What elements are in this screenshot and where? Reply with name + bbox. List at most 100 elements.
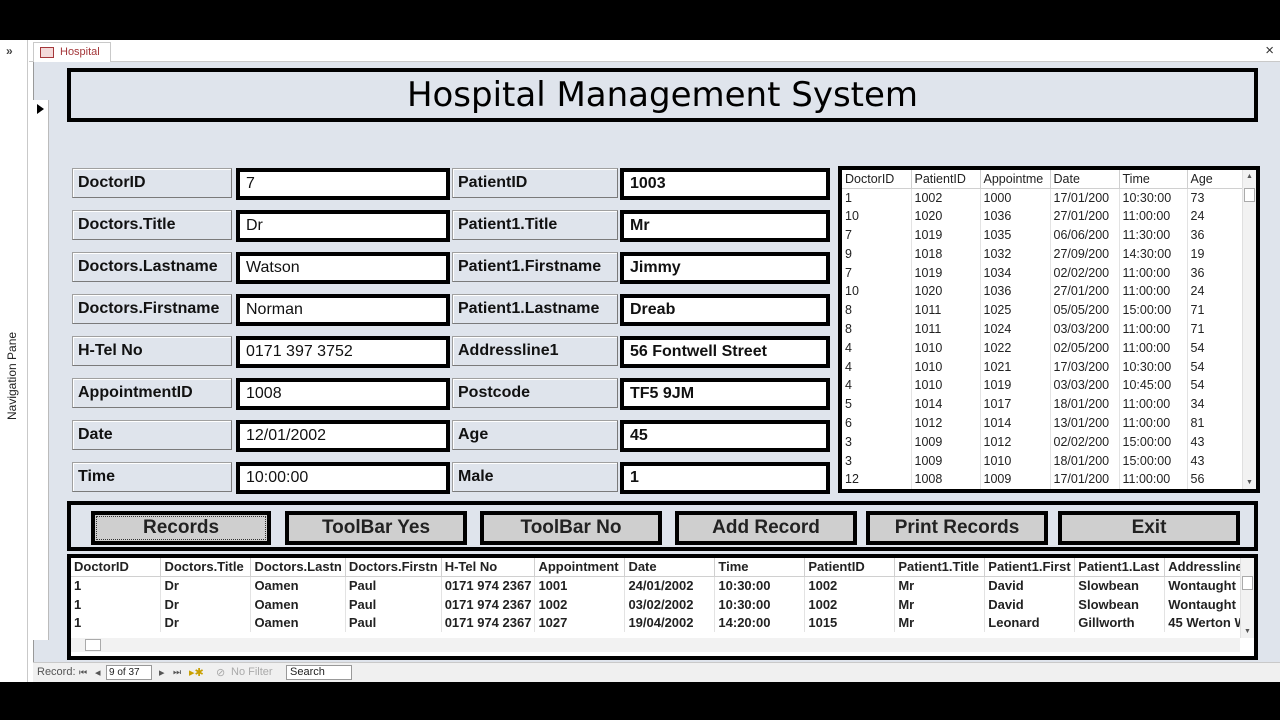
table-cell[interactable]: 4	[842, 338, 912, 358]
doctor-firstname-field[interactable]: Norman	[236, 294, 450, 326]
table-cell[interactable]: 15:00:00	[1119, 451, 1188, 470]
table-cell[interactable]: 1010	[980, 451, 1051, 470]
toolbar-no-button[interactable]: ToolBar No	[480, 511, 662, 545]
table-row[interactable]: 4 1010 1021 17/03/200 10:30:00 54	[842, 357, 1243, 376]
column-header[interactable]: Appointment	[534, 558, 626, 577]
table-cell[interactable]: Mr	[894, 576, 986, 595]
next-record-icon[interactable]: ▸	[159, 666, 165, 679]
table-cell[interactable]: 1	[71, 594, 162, 614]
patient-lastname-field[interactable]: Dreab	[620, 294, 830, 326]
table-cell[interactable]: 1002	[911, 188, 981, 207]
record-selector[interactable]	[33, 100, 49, 640]
table-cell[interactable]: Dr	[160, 594, 252, 614]
exit-button[interactable]: Exit	[1058, 511, 1240, 545]
table-row[interactable]: 10 1020 1036 27/01/200 11:00:00 24	[842, 281, 1243, 301]
scroll-thumb[interactable]	[85, 639, 101, 651]
table-cell[interactable]: 4	[842, 357, 912, 376]
column-header[interactable]: Appointme	[980, 170, 1051, 189]
table-cell[interactable]: 1020	[911, 281, 981, 301]
scroll-down-icon[interactable]: ▼	[1244, 628, 1251, 635]
column-header[interactable]: Doctors.Firstn	[345, 558, 442, 577]
vertical-scrollbar[interactable]: ▲ ▼	[1242, 170, 1256, 489]
table-cell[interactable]: 11:00:00	[1119, 319, 1188, 339]
table-cell[interactable]: 06/06/200	[1050, 225, 1120, 245]
table-row[interactable]: 6 1012 1014 13/01/200 11:00:00 81	[842, 413, 1243, 433]
table-cell[interactable]: 0171 974 2367	[441, 594, 536, 614]
table-cell[interactable]: 10:45:00	[1119, 375, 1188, 395]
table-cell[interactable]: 4	[842, 375, 912, 395]
horizontal-scrollbar[interactable]	[71, 638, 1240, 652]
table-cell[interactable]: 7	[842, 225, 912, 245]
table-cell[interactable]: 10:30:00	[714, 594, 806, 614]
new-record-icon[interactable]: ▸✱	[189, 666, 204, 679]
add-record-button[interactable]: Add Record	[675, 511, 857, 545]
column-header[interactable]: Doctors.Title	[160, 558, 252, 577]
table-cell[interactable]: 54	[1187, 375, 1243, 395]
column-header[interactable]: Date	[624, 558, 716, 577]
column-header[interactable]: Patient1.First	[984, 558, 1076, 577]
table-cell[interactable]: 19/04/2002	[624, 613, 716, 633]
column-header[interactable]: Time	[714, 558, 806, 577]
table-cell[interactable]: 54	[1187, 357, 1243, 376]
table-cell[interactable]: 1009	[911, 451, 981, 470]
table-cell[interactable]: 1014	[911, 394, 981, 414]
table-row[interactable]: 8 1011 1025 05/05/200 15:00:00 71	[842, 300, 1243, 320]
table-cell[interactable]: 1019	[911, 263, 981, 282]
table-cell[interactable]: 1009	[980, 469, 1051, 489]
table-cell[interactable]: 8	[842, 300, 912, 320]
table-cell[interactable]: Dr	[160, 613, 252, 633]
male-field[interactable]: 1	[620, 462, 830, 494]
last-record-icon[interactable]: ⏭	[173, 667, 181, 678]
table-cell[interactable]: 8	[842, 319, 912, 339]
table-cell[interactable]: 34	[1187, 394, 1243, 414]
table-cell[interactable]: 11:00:00	[1119, 413, 1188, 433]
table-cell[interactable]: 14:30:00	[1119, 244, 1188, 264]
time-field[interactable]: 10:00:00	[236, 462, 450, 494]
table-cell[interactable]: 56	[1187, 469, 1243, 489]
no-filter-label[interactable]: No Filter	[231, 666, 273, 678]
table-cell[interactable]: 1015	[804, 613, 896, 633]
table-cell[interactable]: 13/01/200	[1050, 413, 1120, 433]
table-row[interactable]: 12 1008 1009 17/01/200 11:00:00 56	[842, 469, 1243, 489]
table-cell[interactable]: 0171 974 2367	[441, 613, 536, 633]
table-cell[interactable]: David	[984, 594, 1076, 614]
table-cell[interactable]: 1008	[911, 469, 981, 489]
table-cell[interactable]: 1	[71, 576, 162, 595]
table-cell[interactable]: Leonard	[984, 613, 1076, 633]
table-cell[interactable]: Paul	[345, 594, 442, 614]
table-cell[interactable]: 1	[71, 613, 162, 633]
close-icon[interactable]: ×	[1265, 42, 1274, 59]
vertical-scrollbar[interactable]: ▼	[1240, 558, 1254, 638]
addressline1-field[interactable]: 56 Fontwell Street	[620, 336, 830, 368]
table-cell[interactable]: Dr	[160, 576, 252, 595]
table-cell[interactable]: Slowbean	[1074, 594, 1166, 614]
records-button[interactable]: Records	[91, 511, 271, 545]
table-cell[interactable]: 1010	[911, 338, 981, 358]
table-cell[interactable]: 14:20:00	[714, 613, 806, 633]
table-row[interactable]: 3 1009 1012 02/02/200 15:00:00 43	[842, 432, 1243, 452]
table-cell[interactable]: 6	[842, 413, 912, 433]
table-cell[interactable]: 1012	[980, 432, 1051, 452]
scroll-thumb[interactable]	[1242, 576, 1253, 590]
filter-icon[interactable]: ⊘	[216, 666, 225, 679]
table-cell[interactable]: 27/09/200	[1050, 244, 1120, 264]
table-cell[interactable]: 24	[1187, 281, 1243, 301]
table-cell[interactable]: 02/02/200	[1050, 432, 1120, 452]
table-cell[interactable]: 10	[842, 206, 912, 226]
table-cell[interactable]: 1002	[804, 576, 896, 595]
table-cell[interactable]: 54	[1187, 338, 1243, 358]
table-cell[interactable]: 10	[842, 281, 912, 301]
search-input[interactable]: Search	[286, 665, 352, 680]
date-field[interactable]: 12/01/2002	[236, 420, 450, 452]
table-cell[interactable]: Oamen	[250, 594, 346, 614]
column-header[interactable]: Date	[1050, 170, 1120, 189]
table-cell[interactable]: Paul	[345, 613, 442, 633]
first-record-icon[interactable]: ⏮	[79, 667, 87, 678]
scroll-down-icon[interactable]: ▼	[1246, 479, 1253, 486]
toolbar-yes-button[interactable]: ToolBar Yes	[285, 511, 467, 545]
column-header[interactable]: DoctorID	[71, 558, 162, 577]
column-header[interactable]: H-Tel No	[441, 558, 536, 577]
table-cell[interactable]: 17/03/200	[1050, 357, 1120, 376]
table-cell[interactable]: 1011	[911, 300, 981, 320]
table-cell[interactable]: 1000	[980, 188, 1051, 207]
